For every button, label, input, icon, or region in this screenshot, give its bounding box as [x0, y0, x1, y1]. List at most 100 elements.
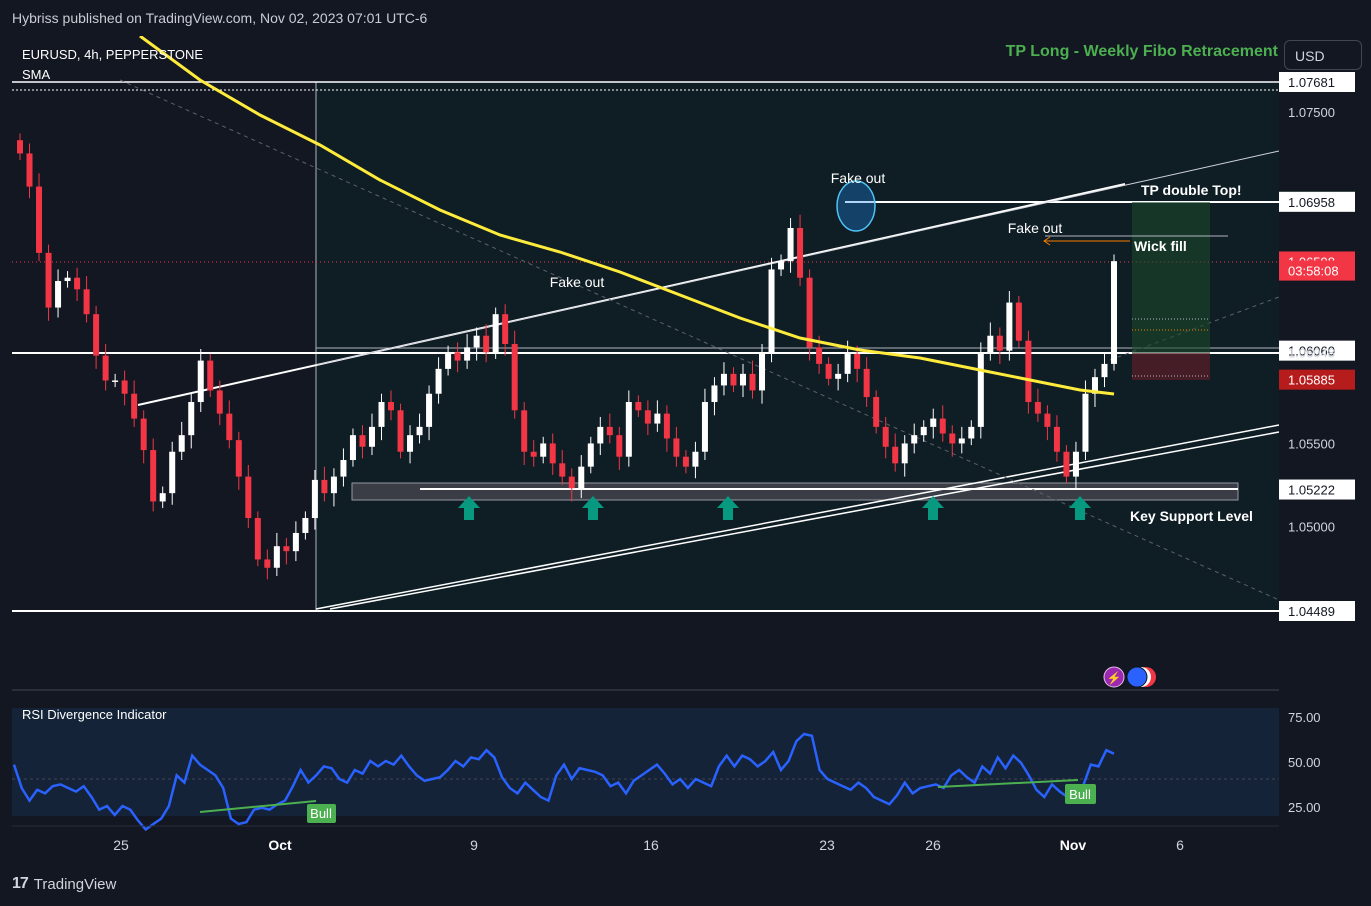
candle-body — [55, 281, 62, 308]
price-label: 1.06958 — [1288, 195, 1335, 210]
candle-body — [330, 476, 337, 494]
candle-body — [701, 402, 708, 452]
rsi-axis-50: 50.00 — [1288, 755, 1321, 770]
candle-body — [711, 385, 718, 403]
candle-body — [616, 435, 623, 457]
candle-body — [730, 373, 737, 386]
candle-body — [502, 314, 509, 345]
candle-body — [17, 140, 23, 154]
price-label: 1.05885 — [1288, 373, 1335, 388]
candle-body — [283, 546, 290, 552]
indicator-badges[interactable]: ⚡ — [1103, 666, 1156, 688]
candle-body — [844, 353, 851, 374]
candle-body — [349, 435, 356, 461]
price-label: 1.07681 — [1288, 75, 1335, 90]
symbol-legend[interactable]: EURUSD, 4h, PEPPERSTONE — [22, 47, 203, 62]
price-label: 1.04489 — [1288, 604, 1335, 619]
candle-body — [321, 479, 328, 494]
candle-body — [882, 426, 889, 447]
time-label: 9 — [470, 837, 478, 853]
price-label: 1.05500 — [1288, 436, 1335, 451]
candle-body — [397, 410, 404, 452]
sma-legend[interactable]: SMA — [22, 67, 51, 82]
time-label: Oct — [268, 837, 292, 853]
footer: 17 TradingView — [0, 862, 1371, 906]
tradingview-brand[interactable]: 17 TradingView — [12, 875, 116, 893]
wick-fill-label: Wick fill — [1134, 238, 1187, 254]
bull-label-1: Bull — [310, 806, 332, 821]
price-label: 1.05000 — [1288, 519, 1335, 534]
candle-body — [892, 446, 899, 464]
candle-body — [987, 335, 994, 353]
candle-body — [787, 228, 794, 262]
fake-out-label-1: Fake out — [831, 170, 886, 186]
candle-body — [454, 352, 461, 361]
bull-label-2: Bull — [1069, 787, 1091, 802]
candle-body — [169, 451, 176, 494]
candle-body — [45, 252, 52, 308]
key-support-label: Key Support Level — [1130, 508, 1253, 524]
price-axis[interactable] — [1279, 36, 1371, 826]
time-axis[interactable]: 25 Oct 9 16 23 26 Nov 6 — [113, 837, 1184, 853]
candle-body — [977, 352, 984, 427]
candle-body — [1006, 302, 1013, 351]
rsi-axis-25: 25.00 — [1288, 800, 1321, 815]
candle-body — [854, 353, 861, 369]
candle-body — [749, 373, 756, 391]
fake-out-circle — [836, 180, 876, 232]
rsi-title[interactable]: RSI Divergence Indicator — [22, 707, 167, 722]
time-label: Nov — [1060, 837, 1087, 853]
candle-body — [273, 546, 280, 568]
tradingview-logo-icon: 17 — [12, 875, 29, 892]
rsi-axis-75: 75.00 — [1288, 710, 1321, 725]
candle-body — [178, 435, 185, 452]
time-label: 25 — [113, 837, 129, 853]
currency-button[interactable]: USD — [1284, 40, 1362, 70]
candle-body — [806, 277, 813, 348]
candle-body — [388, 402, 395, 411]
candle-body — [492, 314, 499, 353]
candle-body — [36, 186, 43, 253]
candle-body — [692, 451, 699, 467]
candle-body — [540, 443, 547, 457]
candle-body — [1034, 402, 1041, 414]
candle-body — [606, 426, 613, 436]
candle-body — [901, 443, 908, 464]
candle-body — [739, 373, 746, 386]
candle-body — [625, 402, 632, 457]
candle-body — [302, 518, 309, 533]
candle-body — [825, 363, 832, 379]
candle-body — [378, 402, 385, 427]
candle-body — [673, 438, 680, 457]
candle-body — [197, 360, 204, 403]
candle-body — [83, 289, 90, 315]
candle-body — [1101, 363, 1108, 378]
candle-body — [778, 261, 785, 270]
candle-body — [140, 418, 147, 451]
candle-body — [102, 355, 109, 381]
candle-body — [416, 426, 423, 436]
candle-body — [654, 413, 661, 424]
candle-body — [816, 347, 823, 364]
fake-out-label-2: Fake out — [550, 274, 605, 290]
candle-body — [226, 413, 233, 441]
tp-double-top-label: TP double Top! — [1141, 182, 1242, 198]
candle-body — [644, 410, 651, 424]
brand-name: TradingView — [33, 875, 117, 893]
candle-body — [445, 352, 452, 369]
candle-body — [968, 426, 975, 439]
candle-body — [216, 390, 223, 414]
candle-body — [873, 397, 880, 427]
candle-body — [559, 463, 566, 477]
eu-flag-icon[interactable] — [1126, 666, 1148, 688]
candle-body — [121, 380, 128, 394]
chart-area[interactable]: Fake out Fake out Fake out TP double Top… — [0, 36, 1371, 862]
candle-body — [768, 269, 775, 353]
candle-body — [131, 393, 138, 419]
price-chart[interactable]: Fake out Fake out Fake out TP double Top… — [0, 36, 1371, 862]
candle-body — [159, 493, 166, 502]
candle-body — [368, 426, 375, 447]
candle-body — [1015, 302, 1022, 341]
candle-body — [682, 456, 689, 467]
price-label: 03:58:08 — [1288, 264, 1339, 279]
